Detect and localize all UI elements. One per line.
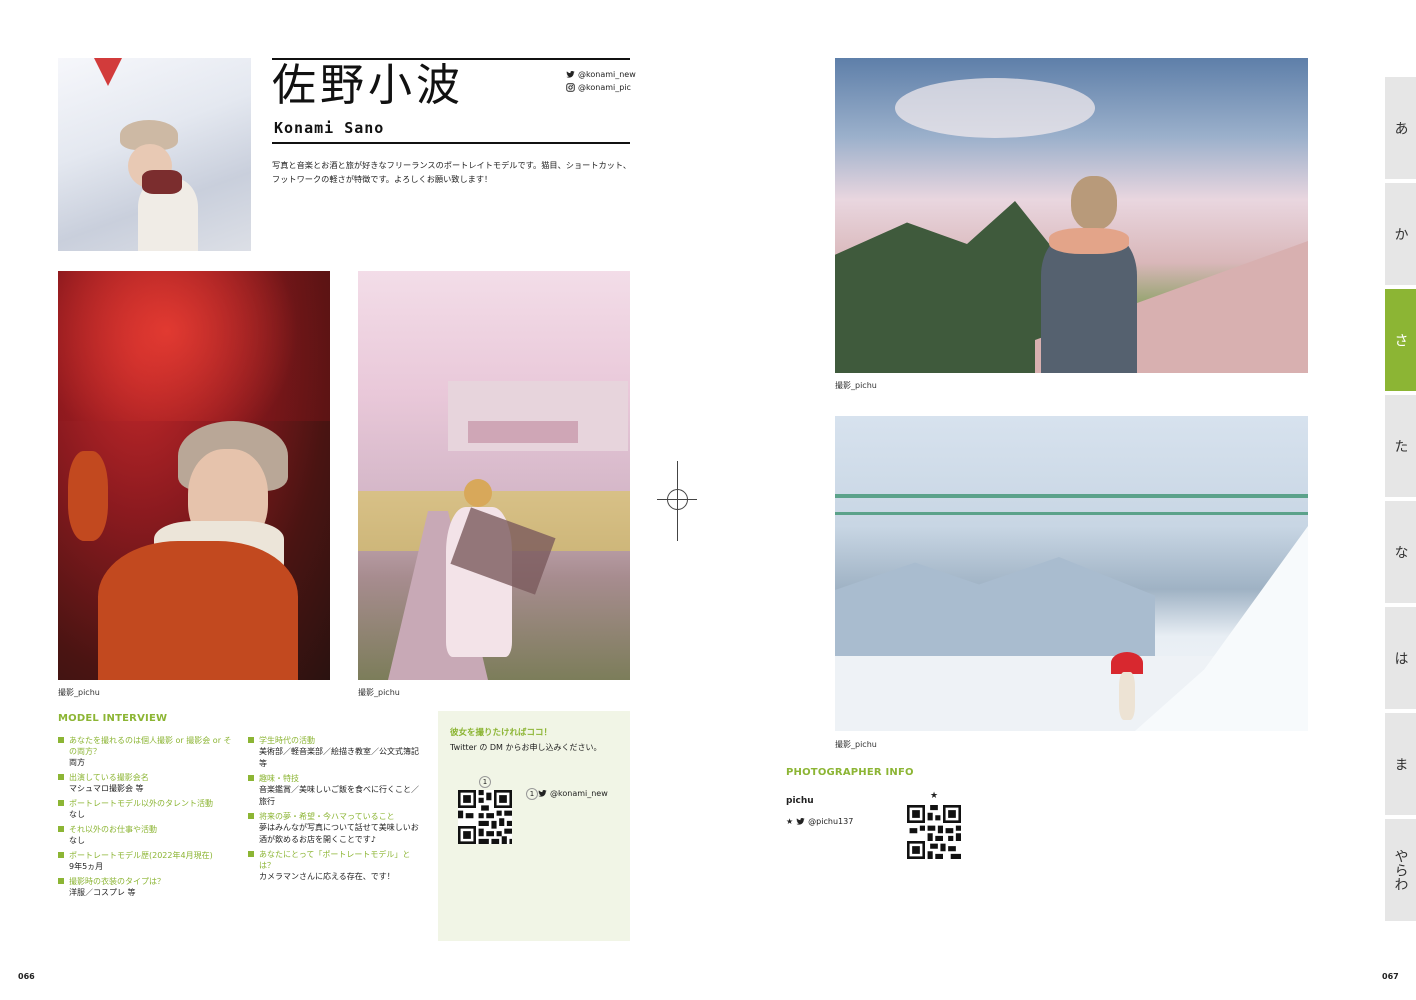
twitter-bird-icon — [796, 817, 805, 825]
qr-code-icon[interactable] — [458, 790, 512, 844]
interview-question: 学生時代の活動 — [248, 735, 424, 746]
interview-answer: 9年5ヵ月 — [69, 862, 104, 871]
model-name-jp: 佐野小波 — [272, 60, 464, 111]
photographer-qr-star: ★ — [929, 791, 939, 801]
interview-answer: 両方 — [69, 758, 85, 767]
interview-answer: 音楽鑑賞／美味しいご飯を食べに行くこと／旅行 — [259, 785, 419, 806]
interview-left-column: あなたを撮れるのは個人撮影 or 撮影会 or その両方？ 両方 出演している撮… — [58, 735, 234, 902]
interview-question: 出演している撮影会名 — [58, 772, 234, 783]
interview-item: 学生時代の活動 美術部／軽音楽部／絵描き教室／公文式簿記等 — [248, 735, 424, 770]
photo-cherry-blossom — [358, 271, 630, 680]
interview-question: 将来の夢・希望・今ハマっていること — [248, 811, 424, 822]
interview-item: 撮影時の衣装のタイプは？ 洋服／コスプレ 等 — [58, 876, 234, 899]
index-tabs: あ か さ た な は ま やらわ — [1385, 77, 1416, 925]
twitter-handle[interactable]: @konami_new — [566, 70, 636, 79]
interview-question: 撮影時の衣装のタイプは？ — [58, 876, 234, 887]
instagram-handle-text: @konami_pic — [578, 83, 631, 92]
interview-item: ポートレートモデル歴(2022年4月現在) 9年5ヵ月 — [58, 850, 234, 873]
interview-item: それ以外のお仕事や活動 なし — [58, 824, 234, 847]
interview-answer: なし — [69, 836, 85, 845]
booking-qr-number: 1 — [479, 776, 491, 788]
qr-code-icon[interactable] — [907, 805, 961, 859]
interview-answer: 美術部／軽音楽部／絵描き教室／公文式簿記等 — [259, 747, 419, 768]
caption-sakura: 撮影_pichu — [358, 688, 400, 697]
interview-question: ポートレートモデル以外のタレント活動 — [58, 798, 234, 809]
title-rule-bottom — [272, 142, 630, 144]
booking-box: 彼女を撮りたければココ！ Twitter の DM からお申し込みください。 1… — [438, 711, 630, 941]
tab-na[interactable]: な — [1385, 501, 1416, 603]
photo-autumn-maple — [58, 271, 330, 680]
interview-heading: MODEL INTERVIEW — [58, 713, 168, 724]
caption-snow: 撮影_pichu — [835, 740, 877, 749]
tab-ha[interactable]: は — [1385, 607, 1416, 709]
booking-title: 彼女を撮りたければココ！ — [450, 728, 553, 738]
interview-item: 出演している撮影会名 マシュマロ撮影会 等 — [58, 772, 234, 795]
instagram-icon — [566, 83, 575, 92]
twitter-bird-icon — [566, 70, 575, 78]
interview-item: あなたにとって「ポートレートモデル」とは？ カメラマンさんに応える存在、です！ — [248, 849, 424, 883]
interview-item: 趣味・特技 音楽鑑賞／美味しいご飯を食べに行くこと／旅行 — [248, 773, 424, 808]
instagram-handle[interactable]: @konami_pic — [566, 83, 631, 92]
tab-yarawa[interactable]: やらわ — [1385, 819, 1416, 921]
booking-twitter-handle[interactable]: @konami_new — [538, 789, 608, 798]
interview-question: あなたを撮れるのは個人撮影 or 撮影会 or その両方？ — [58, 735, 234, 757]
caption-maple: 撮影_pichu — [58, 688, 100, 697]
interview-item: 将来の夢・希望・今ハマっていること 夢はみんなが写真について話せて美味しいお酒が… — [248, 811, 424, 846]
interview-question: 趣味・特技 — [248, 773, 424, 784]
interview-right-column: 学生時代の活動 美術部／軽音楽部／絵描き教室／公文式簿記等 趣味・特技 音楽鑑賞… — [248, 735, 424, 886]
booking-text: Twitter の DM からお申し込みください。 — [450, 743, 602, 752]
model-name-en: Konami Sano — [274, 119, 385, 137]
model-bio: 写真と音楽とお酒と旅が好きなフリーランスのポートレイトモデルです。猫目、ショート… — [272, 160, 632, 184]
interview-question: ポートレートモデル歴(2022年4月現在) — [58, 850, 234, 861]
interview-answer: マシュマロ撮影会 等 — [69, 784, 144, 793]
tab-a[interactable]: あ — [1385, 77, 1416, 179]
interview-question: あなたにとって「ポートレートモデル」とは？ — [248, 849, 424, 871]
crop-mark-circle — [667, 489, 688, 510]
tab-ka[interactable]: か — [1385, 183, 1416, 285]
photo-snow-railway — [835, 416, 1308, 731]
photographer-handle-text: @pichu137 — [808, 817, 854, 826]
booking-handle-number: 1 — [526, 788, 538, 800]
caption-mountain: 撮影_pichu — [835, 381, 877, 390]
photo-mountain — [835, 58, 1308, 373]
interview-item: あなたを撮れるのは個人撮影 or 撮影会 or その両方？ 両方 — [58, 735, 234, 769]
photographer-handle[interactable]: ★ @pichu137 — [786, 817, 853, 826]
twitter-handle-text: @konami_new — [578, 70, 636, 79]
page-number-right: 067 — [1382, 972, 1399, 981]
booking-handle-text: @konami_new — [550, 789, 608, 798]
interview-item: ポートレートモデル以外のタレント活動 なし — [58, 798, 234, 821]
interview-answer: 夢はみんなが写真について話せて美味しいお酒が飲めるお店を開くことです♪ — [259, 823, 419, 844]
tab-ta[interactable]: た — [1385, 395, 1416, 497]
tab-sa[interactable]: さ — [1385, 289, 1416, 391]
interview-answer: なし — [69, 810, 85, 819]
twitter-bird-icon — [538, 789, 547, 797]
interview-answer: 洋服／コスプレ 等 — [69, 888, 136, 897]
interview-answer: カメラマンさんに応える存在、です！ — [259, 872, 395, 881]
photographer-name: pichu — [786, 796, 814, 806]
star-icon: ★ — [786, 817, 794, 826]
page-number-left: 066 — [18, 972, 35, 981]
profile-photo — [58, 58, 251, 251]
photographer-heading: PHOTOGRAPHER INFO — [786, 767, 914, 778]
interview-question: それ以外のお仕事や活動 — [58, 824, 234, 835]
tab-ma[interactable]: ま — [1385, 713, 1416, 815]
